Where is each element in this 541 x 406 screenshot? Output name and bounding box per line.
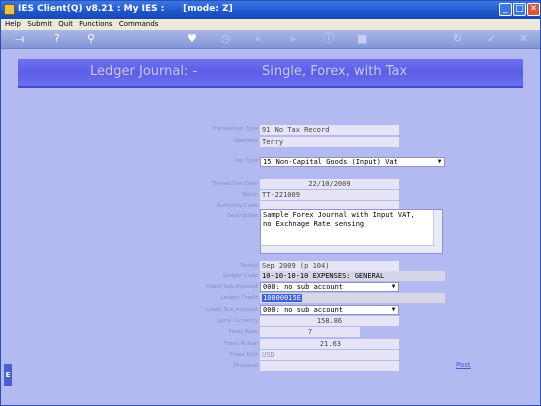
heart-icon[interactable]: ♥ [187,32,197,46]
operator-field[interactable]: Terry [260,137,399,147]
forex-actual-field[interactable]: 21.63 [260,339,399,349]
clock-icon[interactable]: ◷ [221,32,231,46]
menu-bar: Help Submit Quit Functions Commands [1,19,540,30]
authority-code-label: Authority Code [216,203,258,209]
maximize-button[interactable]: □ [513,3,526,16]
power-icon[interactable]: ⟞ [15,32,24,46]
ledger-credit-field[interactable]: 10000015E [260,293,445,303]
batch-field[interactable]: TT-221009 [260,190,399,200]
operator-label: Operator [233,138,258,144]
description-line-1: Sample Forex Journal with Input VAT, [263,211,415,219]
menu-help[interactable]: Help [5,20,21,28]
transaction-date-field[interactable]: 22/10/2009 [260,179,399,189]
close-window-button[interactable]: ✕ [527,3,540,16]
fast-forward-icon[interactable]: » [289,32,296,46]
search-icon[interactable]: ⚲ [87,32,95,46]
ledger-code-label: Ledger Code [223,273,258,279]
description-label: Description [226,213,258,219]
description-line-2: no Exchnage Rate sensing [263,220,365,228]
vat-type-dropdown[interactable]: 15 Non-Capital Goods (Input) Vat ▼ [260,157,445,167]
credit-sub-account-dropdown[interactable]: 000: no sub account ▼ [260,305,399,315]
window-title: IES Client(Q) v8.21 : My IES : [mode: Z] [18,4,233,14]
menu-functions[interactable]: Functions [79,20,112,28]
transaction-date-label: Transaction Date [211,181,258,187]
minimize-button[interactable]: _ [499,3,512,16]
local-currency-field[interactable]: 158.86 [260,316,399,326]
batch-label: Batch [242,192,258,198]
period-field[interactable]: Sep 2009 (p 104) [260,261,399,271]
page-subtitle: Single, Forex, with Tax [262,64,408,79]
dividend-label: Dividend [233,363,258,369]
ledger-code-field[interactable]: 10-10-10-10 EXPENSES: GENERAL [260,271,445,281]
debit-sub-account-dropdown[interactable]: 000: no sub account ▼ [260,282,399,292]
vat-type-value: 15 Non-Capital Goods (Input) Vat [263,158,398,166]
dividend-field[interactable] [260,361,399,371]
transaction-type-field[interactable]: 91 No Tax Record [260,125,399,135]
close-icon[interactable]: ✕ [519,32,528,46]
page-title: Ledger Journal: - [90,64,198,79]
application-window: IES Client(Q) v8.21 : My IES : [mode: Z]… [0,0,541,406]
side-tab[interactable]: E [4,364,12,386]
stop-icon[interactable]: ■ [357,32,367,46]
info-icon[interactable]: ⓘ [323,32,334,46]
title-bar: IES Client(Q) v8.21 : My IES : [mode: Z]… [1,1,540,19]
debit-sub-account-label: Debit Sub Account [207,284,258,290]
toolbar: ⟞ ? ⚲ ♥ ◷ « » ⓘ ■ ↻ ✓ ✕ [1,30,540,49]
chevron-down-icon[interactable]: ▼ [436,159,443,165]
ledger-credit-selected-text: 10000015E [262,294,302,302]
page-banner: Ledger Journal: - Single, Forex, with Ta… [18,59,523,88]
description-horizontal-scrollbar[interactable] [261,245,435,253]
description-textarea[interactable]: Sample Forex Journal with Input VAT, no … [260,209,443,254]
app-icon [4,4,15,15]
check-icon[interactable]: ✓ [487,32,496,46]
menu-submit[interactable]: Submit [27,20,52,28]
forex-unit-label: Forex Unit [230,352,258,358]
debit-sub-account-value: 000: no sub account [263,283,344,291]
vat-type-label: Vat Type [234,158,258,164]
forex-rate-label: Forex Rate [228,329,258,335]
forex-rate-field[interactable]: 7 [260,327,360,337]
post-link[interactable]: Post [456,361,471,369]
help-icon[interactable]: ? [54,32,60,46]
menu-commands[interactable]: Commands [119,20,159,28]
main-content: Ledger Journal: - Single, Forex, with Ta… [1,49,540,405]
forex-unit-field[interactable]: USD [260,350,399,360]
refresh-icon[interactable]: ↻ [453,32,462,46]
credit-sub-account-value: 000: no sub account [263,306,344,314]
rewind-icon[interactable]: « [255,32,262,46]
menu-quit[interactable]: Quit [58,20,73,28]
ledger-credit-label: Ledger Credit [220,295,258,301]
credit-sub-account-label: Credit Sub Account [205,307,258,313]
chevron-down-icon[interactable]: ▼ [390,284,397,290]
forex-actual-label: Forex Actual [224,341,258,347]
chevron-down-icon[interactable]: ▼ [390,307,397,313]
local-currency-label: Local Currency [217,318,258,324]
transaction-type-label: Transaction Type [212,126,258,132]
period-label: Period [240,263,258,269]
